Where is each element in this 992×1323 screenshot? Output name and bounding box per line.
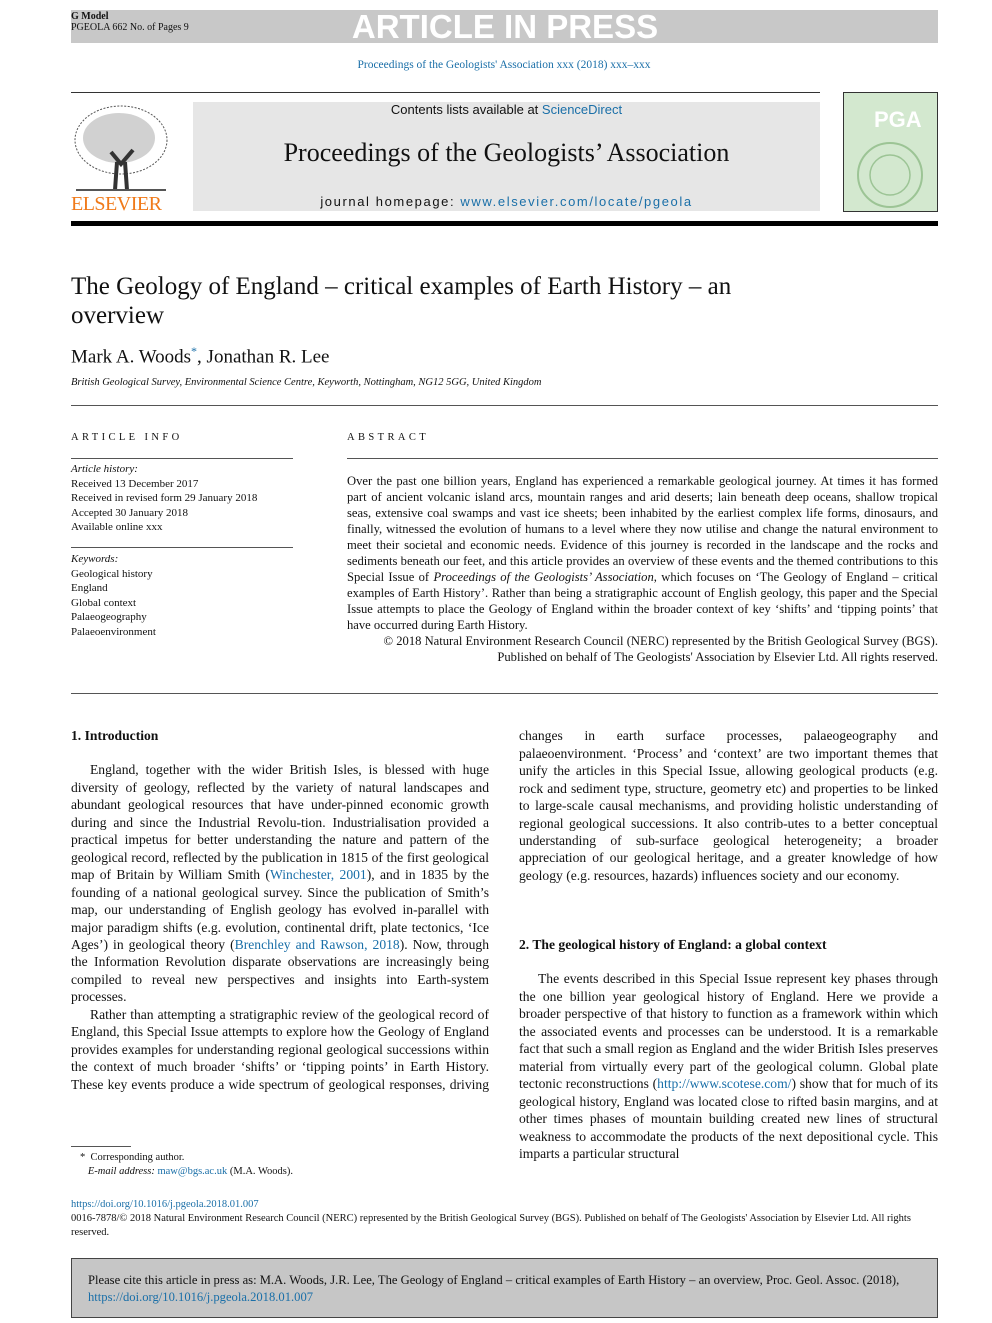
- email-label: E-mail address:: [87, 1166, 158, 1177]
- keyword: Global context: [71, 596, 137, 609]
- text: The events described in this Special Iss…: [519, 971, 938, 1092]
- journal-title: Proceedings of the Geologists’ Associati…: [283, 138, 730, 167]
- journal-reference-link[interactable]: Proceedings of the Geologists' Associati…: [0, 59, 992, 71]
- accepted-date: Accepted 30 January 2018: [71, 506, 188, 519]
- received-date: Received 13 December 2017: [71, 477, 199, 490]
- abstract-copyright: © 2018 Natural Environment Research Coun…: [383, 634, 938, 664]
- revised-date: Received in revised form 29 January 2018: [71, 492, 258, 504]
- online-date: Available online xxx: [71, 521, 163, 533]
- elsevier-wordmark: ELSEVIER: [71, 193, 162, 215]
- homepage-label: journal homepage:: [320, 194, 461, 209]
- citation-box: Please cite this article in press as: M.…: [71, 1258, 938, 1318]
- contents-prefix: Contents lists available at: [390, 102, 542, 117]
- divider: [71, 92, 820, 93]
- divider: [71, 458, 293, 459]
- author-woods[interactable]: Mark A. Woods: [71, 346, 191, 367]
- cover-title: PGA: [874, 107, 922, 132]
- divider: [71, 547, 293, 548]
- doi-link[interactable]: https://doi.org/10.1016/j.pgeola.2018.01…: [71, 1199, 259, 1210]
- journal-cover-image: PGA: [843, 92, 938, 212]
- divider: [71, 405, 938, 406]
- homepage-link[interactable]: www.elsevier.com/locate/pgeola: [460, 194, 692, 209]
- footnote-mark: *: [80, 1152, 86, 1163]
- keywords: Keywords: Geological history England Glo…: [71, 552, 156, 639]
- cover-seal: [857, 142, 923, 208]
- corresponding-label: Corresponding author.: [90, 1152, 185, 1163]
- article-page: G Model PGEOLA 662 No. of Pages 9 ARTICLE…: [0, 0, 992, 1323]
- section-2-heading: 2. The geological history of England: a …: [519, 937, 827, 952]
- keyword: Geological history: [71, 567, 153, 580]
- left-column: 1. Introduction England, together with t…: [71, 727, 489, 1093]
- footnote-rule: [71, 1146, 131, 1147]
- keyword: England: [71, 582, 108, 594]
- doi-block: https://doi.org/10.1016/j.pgeola.2018.01…: [71, 1198, 938, 1240]
- text: England, together with the wider British…: [71, 762, 489, 883]
- journal-homepage: journal homepage: www.elsevier.com/locat…: [193, 194, 820, 209]
- journal-name-italic: Proceedings of the Geologists’ Associati…: [433, 570, 654, 584]
- paragraph-continued: Rather than attempting a stratigraphic r…: [519, 728, 938, 883]
- email-link[interactable]: maw@bgs.ac.uk: [157, 1166, 227, 1177]
- abstract-heading: ABSTRACT: [347, 432, 430, 443]
- email-name: (M.A. Woods).: [227, 1166, 293, 1177]
- keywords-label: Keywords:: [71, 553, 119, 565]
- citation-link[interactable]: Brenchley and Rawson, 2018: [235, 937, 400, 952]
- divider: [347, 458, 938, 459]
- right-column-continuation: Rather than attempting a stratigraphic r…: [519, 727, 938, 919]
- abstract-text: Over the past one billion years, England…: [347, 474, 938, 584]
- keyword: Palaeogeography: [71, 611, 147, 623]
- section-1-heading: 1. Introduction: [71, 728, 159, 743]
- citation-link[interactable]: Winchester, 2001: [270, 867, 367, 882]
- affiliation: British Geological Survey, Environmental…: [71, 377, 542, 388]
- authors: Mark A. Woods*, Jonathan R. Lee: [71, 344, 329, 368]
- divider: [71, 693, 938, 694]
- abstract-body: Over the past one billion years, England…: [347, 473, 938, 665]
- article-in-press-text: ARTICLE IN PRESS: [351, 8, 659, 45]
- issn-copyright: 0016-7878/© 2018 Natural Environment Res…: [71, 1213, 911, 1238]
- history-label: Article history:: [71, 463, 138, 475]
- article-info-heading: ARTICLE INFO: [71, 432, 183, 443]
- cite-text: Please cite this article in press as: M.…: [88, 1273, 900, 1287]
- scotese-link[interactable]: http://www.scotese.com/: [657, 1076, 791, 1091]
- right-column: 2. The geological history of England: a …: [519, 936, 938, 1162]
- keyword: Palaeoenvironment: [71, 625, 156, 638]
- paragraph: England, together with the wider British…: [71, 761, 489, 1005]
- author-lee[interactable]: , Jonathan R. Lee: [197, 346, 329, 367]
- sciencedirect-link[interactable]: ScienceDirect: [542, 102, 622, 117]
- contents-line: Contents lists available at ScienceDirec…: [193, 102, 820, 117]
- paragraph: The events described in this Special Iss…: [519, 970, 938, 1162]
- article-history: Article history: Received 13 December 20…: [71, 462, 257, 535]
- header-rule: [71, 221, 938, 226]
- cite-doi-link[interactable]: https://doi.org/10.1016/j.pgeola.2018.01…: [88, 1290, 313, 1304]
- article-title: The Geology of England – critical exampl…: [71, 273, 732, 329]
- footnote: * Corresponding author. E-mail address: …: [80, 1151, 293, 1179]
- paragraph: Rather than attempting a stratigraphic r…: [71, 1006, 489, 1092]
